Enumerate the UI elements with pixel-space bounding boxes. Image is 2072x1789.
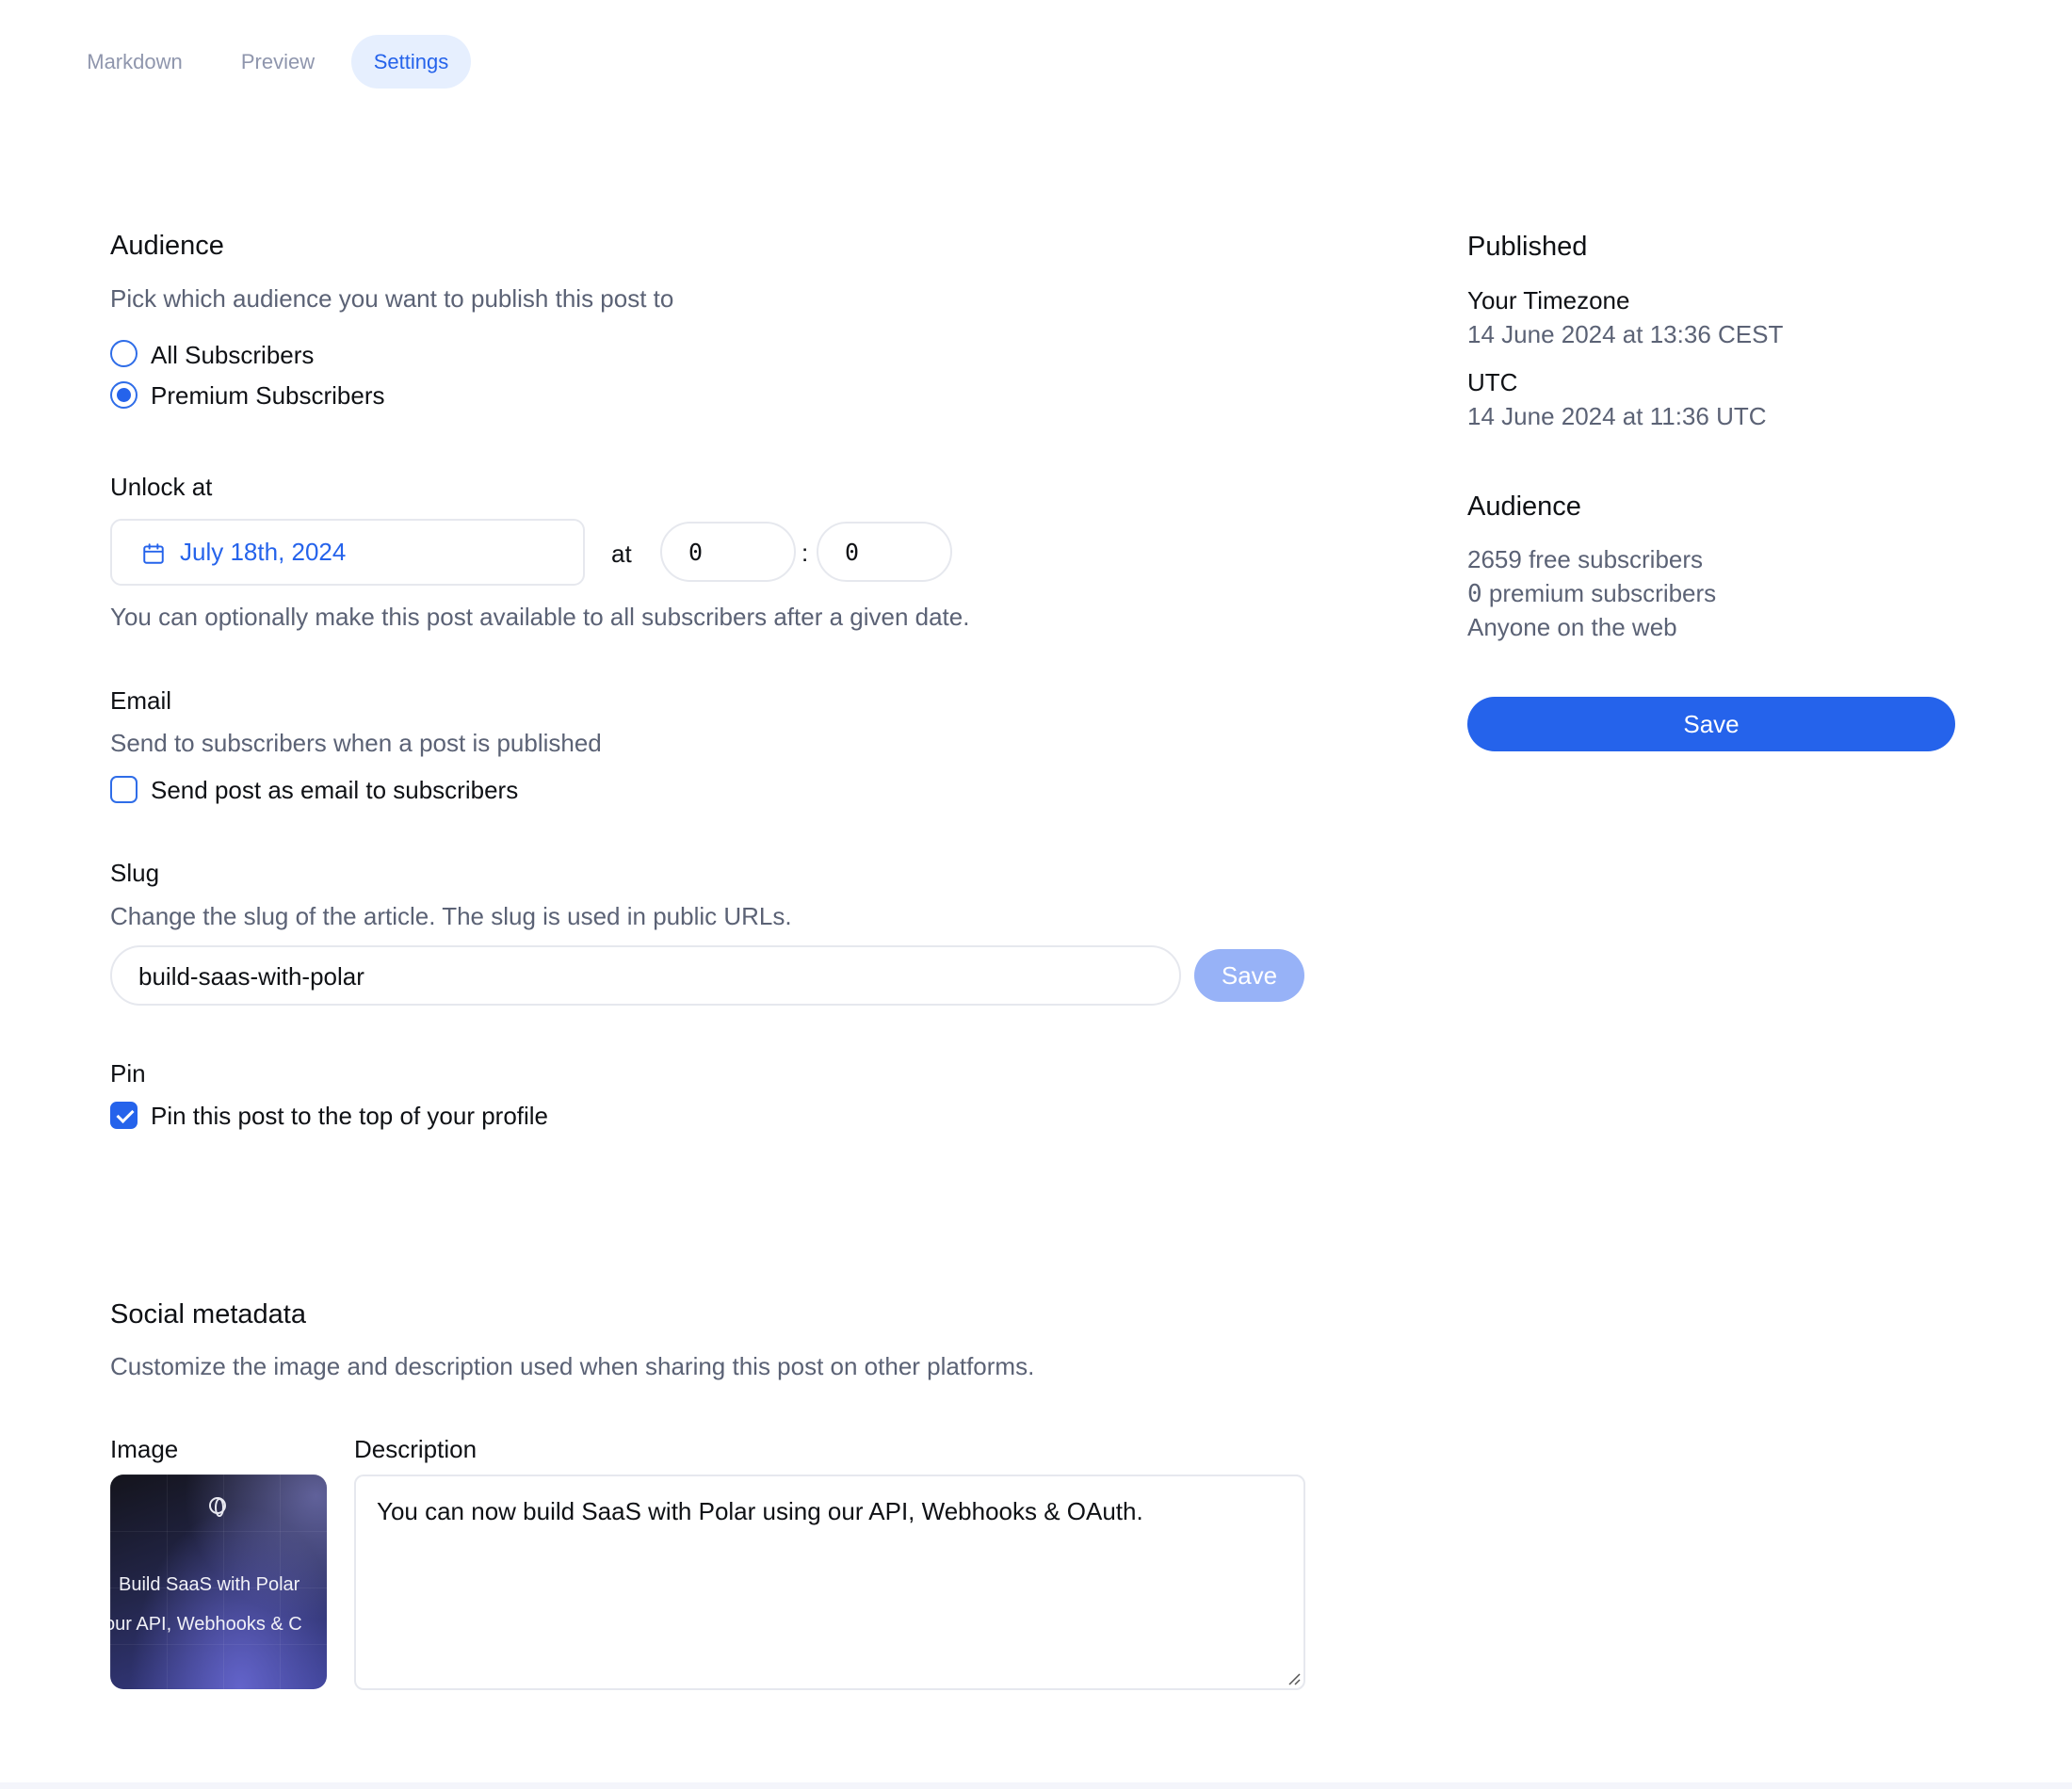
unlock-minute-input[interactable]: 0 <box>817 522 952 582</box>
option-label-premium-subscribers: Premium Subscribers <box>151 381 385 410</box>
tab-preview[interactable]: Preview <box>222 35 333 89</box>
calendar-icon <box>143 543 164 564</box>
your-timezone-value: 14 June 2024 at 13:36 CEST <box>1467 320 1784 348</box>
pin-label: Pin <box>110 1059 146 1088</box>
polar-logo-icon <box>209 1497 226 1517</box>
published-title: Published <box>1467 232 1588 262</box>
utc-label: UTC <box>1467 368 1518 396</box>
radio-all-subscribers[interactable] <box>110 340 138 367</box>
premium-subscribers-count: 0 <box>1467 580 1482 608</box>
audience-title: Audience <box>110 231 224 261</box>
card-subtitle-line: our API, Webhooks & C <box>110 1614 327 1636</box>
option-label-all-subscribers: All Subscribers <box>151 341 315 369</box>
unlock-help-text: You can optionally make this post availa… <box>110 603 970 631</box>
sidebar-audience-title: Audience <box>1467 492 1581 522</box>
email-description: Send to subscribers when a post is publi… <box>110 729 602 757</box>
resize-handle-icon[interactable] <box>1286 1670 1301 1685</box>
unlock-minute-value: 0 <box>845 539 860 566</box>
time-separator: : <box>801 539 809 567</box>
pin-checkbox[interactable] <box>110 1102 138 1129</box>
social-image-preview[interactable]: Build SaaS with Polar our API, Webhooks … <box>110 1475 327 1689</box>
premium-subscribers-stat: 0 premium subscribers <box>1467 579 1716 608</box>
your-timezone-label: Your Timezone <box>1467 286 1630 314</box>
slug-value: build-saas-with-polar <box>138 962 364 991</box>
free-subscribers-label: free subscribers <box>1529 545 1704 573</box>
free-subscribers-count: 2659 <box>1467 545 1522 573</box>
image-label: Image <box>110 1435 179 1463</box>
audience-description: Pick which audience you want to publish … <box>110 284 674 313</box>
tab-markdown[interactable]: Markdown <box>58 35 211 89</box>
anyone-on-web-stat: Anyone on the web <box>1467 613 1677 641</box>
card-subtitle-text: our API, Webhooks & C <box>110 1614 302 1635</box>
slug-save-button[interactable]: Save <box>1194 949 1304 1002</box>
unlock-label: Unlock at <box>110 473 213 501</box>
tab-settings[interactable]: Settings <box>351 35 471 89</box>
send-email-checkbox[interactable] <box>110 776 138 803</box>
social-description-textarea[interactable]: You can now build SaaS with Polar using … <box>354 1475 1305 1690</box>
unlock-hour-input[interactable]: 0 <box>660 522 796 582</box>
radio-premium-subscribers[interactable] <box>110 381 138 409</box>
pin-checkbox-label: Pin this post to the top of your profile <box>151 1102 549 1130</box>
social-metadata-description: Customize the image and description used… <box>110 1352 1035 1380</box>
publish-save-button[interactable]: Save <box>1467 697 1955 751</box>
premium-subscribers-label: premium subscribers <box>1488 579 1717 607</box>
free-subscribers-stat: 2659 free subscribers <box>1467 545 1703 574</box>
card-title-line: Build SaaS with Polar <box>119 1574 300 1595</box>
social-description-value: You can now build SaaS with Polar using … <box>377 1497 1143 1525</box>
description-label: Description <box>354 1435 478 1463</box>
page-bottom-edge <box>0 1782 2072 1789</box>
slug-label: Slug <box>110 859 160 887</box>
slug-input[interactable]: build-saas-with-polar <box>110 945 1181 1006</box>
slug-description: Change the slug of the article. The slug… <box>110 902 792 930</box>
unlock-hour-value: 0 <box>688 539 704 566</box>
unlock-at-label: at <box>611 540 632 568</box>
unlock-date-picker[interactable]: July 18th, 2024 <box>110 519 585 586</box>
send-email-label: Send post as email to subscribers <box>151 776 519 804</box>
email-label: Email <box>110 686 172 715</box>
unlock-date-value: July 18th, 2024 <box>180 538 347 566</box>
utc-value: 14 June 2024 at 11:36 UTC <box>1467 402 1767 430</box>
social-metadata-title: Social metadata <box>110 1299 306 1330</box>
